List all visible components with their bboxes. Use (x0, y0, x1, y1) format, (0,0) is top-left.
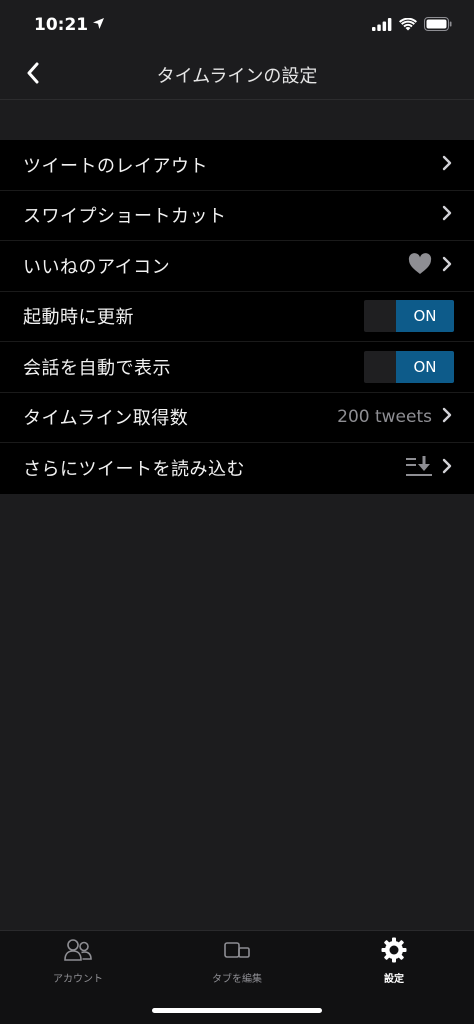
tab-label: 設定 (384, 974, 404, 985)
chevron-right-icon (442, 256, 452, 276)
chevron-right-icon (442, 458, 452, 478)
setting-label: タイムライン取得数 (23, 408, 189, 430)
tab-settings[interactable]: 設定 (334, 937, 454, 985)
status-bar: 10:21 (0, 0, 474, 50)
refresh-on-launch-toggle[interactable]: ON (364, 300, 454, 333)
toggle-on-label: ON (396, 350, 454, 383)
heart-icon (408, 252, 432, 279)
cellular-signal-icon (372, 16, 392, 35)
status-indicators (372, 16, 452, 35)
setting-like-icon[interactable]: いいねのアイコン (0, 241, 474, 292)
chevron-right-icon (442, 407, 452, 427)
setting-load-more-tweets[interactable]: さらにツイートを読み込む (0, 443, 474, 494)
setting-label: ツイートのレイアウト (23, 155, 208, 177)
setting-label: 起動時に更新 (23, 307, 134, 329)
toggle-off-segment (364, 350, 396, 383)
toggle-on-label: ON (396, 300, 454, 333)
status-time-text: 10:21 (34, 15, 89, 35)
home-indicator (152, 1008, 322, 1013)
chevron-right-icon (442, 205, 452, 225)
status-time: 10:21 (34, 15, 105, 35)
tab-label: タブを編集 (212, 974, 262, 985)
setting-timeline-fetch-count[interactable]: タイムライン取得数 200 tweets (0, 393, 474, 443)
tab-label: アカウント (53, 974, 103, 985)
setting-tweet-layout[interactable]: ツイートのレイアウト (0, 140, 474, 191)
setting-label: いいねのアイコン (23, 256, 171, 278)
edit-tabs-icon (224, 940, 250, 964)
page-title: タイムラインの設定 (156, 66, 318, 87)
navigation-bar: タイムラインの設定 (0, 50, 474, 100)
load-more-download-icon (406, 455, 432, 481)
setting-label: 会話を自動で表示 (23, 357, 171, 379)
tab-edit-tabs[interactable]: タブを編集 (177, 937, 297, 985)
auto-show-conversation-toggle[interactable]: ON (364, 350, 454, 383)
setting-label: スワイプショートカット (23, 206, 227, 228)
setting-swipe-shortcut[interactable]: スワイプショートカット (0, 191, 474, 241)
battery-icon (424, 16, 452, 35)
accounts-icon (64, 938, 92, 966)
location-arrow-icon (92, 15, 105, 35)
setting-refresh-on-launch: 起動時に更新 ON (0, 292, 474, 342)
setting-value: 200 tweets (337, 407, 432, 428)
settings-list: ツイートのレイアウト スワイプショートカット いいねのアイコン 起動時に更新 O… (0, 140, 474, 494)
toggle-off-segment (364, 300, 396, 333)
chevron-right-icon (442, 155, 452, 175)
setting-auto-show-conversation: 会話を自動で表示 ON (0, 342, 474, 393)
setting-label: さらにツイートを読み込む (23, 459, 245, 481)
wifi-icon (399, 16, 417, 35)
tab-accounts[interactable]: アカウント (18, 937, 138, 985)
gear-icon (381, 937, 407, 967)
